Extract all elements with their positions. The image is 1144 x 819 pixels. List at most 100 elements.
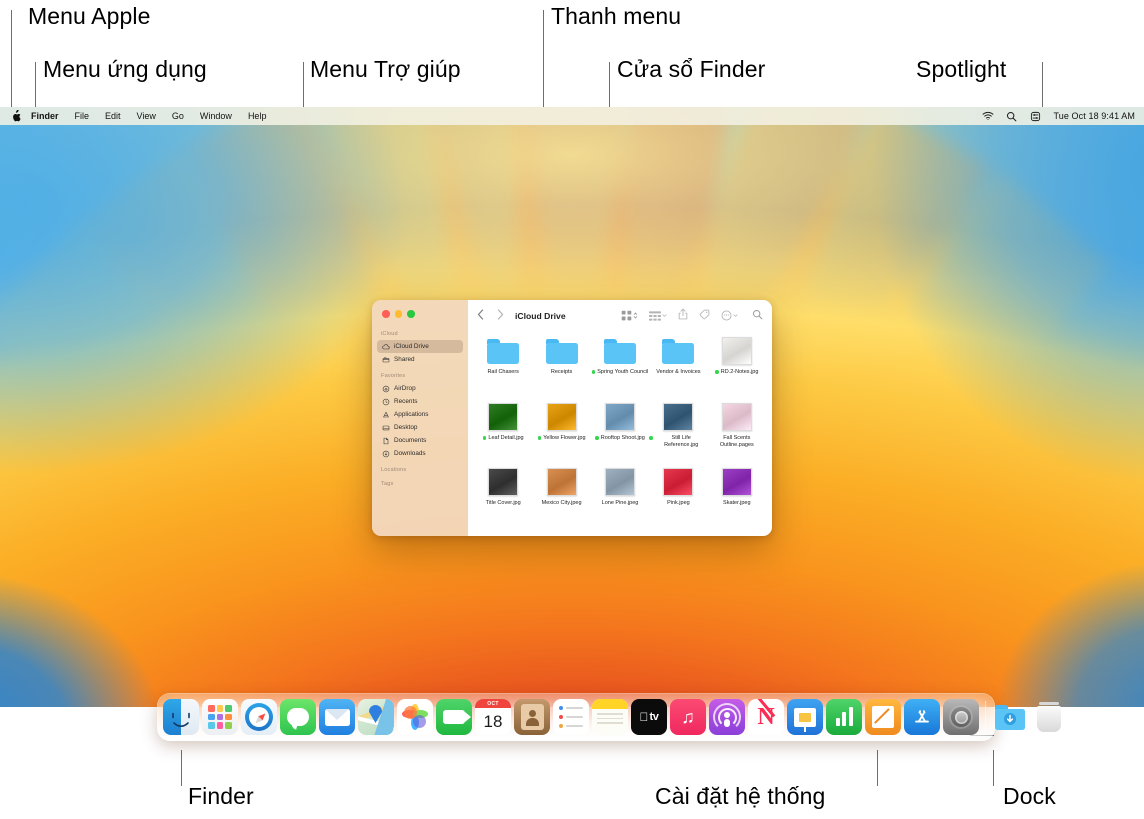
tag-icon[interactable] xyxy=(699,307,710,325)
finder-file-item[interactable]: Still Life Reference.jpg xyxy=(649,399,707,465)
annotation-menu-app: Menu ứng dụng xyxy=(43,56,207,82)
finder-sidebar[interactable]: iCloud iCloud Drive Shared Favorites Air… xyxy=(372,300,468,536)
search-icon[interactable] xyxy=(1005,110,1018,123)
menu-item-file[interactable]: File xyxy=(67,107,98,125)
menu-item-help[interactable]: Help xyxy=(240,107,275,125)
dock-item-facetime[interactable] xyxy=(436,699,472,735)
dock-item-keynote[interactable] xyxy=(787,699,823,735)
sidebar-item-shared[interactable]: Shared xyxy=(377,353,463,366)
file-name: Spring Youth Council xyxy=(597,369,649,375)
search-icon[interactable] xyxy=(752,307,763,325)
finder-file-item[interactable]: Receipts xyxy=(532,333,590,399)
thumbnail-image xyxy=(604,468,635,497)
dock-item-pages[interactable] xyxy=(865,699,901,735)
menu-bar-clock[interactable]: Tue Oct 18 9:41 AM xyxy=(1053,111,1135,121)
grid-view-icon[interactable] xyxy=(621,310,638,321)
image-thumbnail xyxy=(545,402,579,432)
dock-item-numbers[interactable] xyxy=(826,699,862,735)
chevron-right-icon[interactable] xyxy=(497,307,504,325)
sidebar-item-desktop[interactable]: Desktop xyxy=(377,421,463,434)
image-thumbnail xyxy=(603,402,637,432)
finder-file-item[interactable]: Leaf Detail.jpg xyxy=(474,399,532,465)
annotation-menu-help: Menu Trợ giúp xyxy=(310,56,461,82)
finder-file-item[interactable]: Rail Chasers xyxy=(474,333,532,399)
dock-item-contacts[interactable] xyxy=(514,699,550,735)
annotation-finder-window: Cửa sổ Finder xyxy=(617,56,766,82)
finder-file-item[interactable]: Vendor & Invoices xyxy=(649,333,707,399)
finder-toolbar-actions xyxy=(621,307,763,325)
document-icon xyxy=(382,437,390,445)
dock-item-photos[interactable] xyxy=(397,699,433,735)
menu-item-go[interactable]: Go xyxy=(164,107,192,125)
dock-item-mail[interactable] xyxy=(319,699,355,735)
sidebar-item-applications[interactable]: Applications xyxy=(377,408,463,421)
dock[interactable]: OCT18 tv♫ N xyxy=(157,693,1061,741)
finder-window[interactable]: iCloud iCloud Drive Shared Favorites Air… xyxy=(372,300,772,536)
folder-icon xyxy=(661,336,695,366)
sidebar-item-icloud-drive[interactable]: iCloud Drive xyxy=(377,340,463,353)
wifi-icon[interactable] xyxy=(981,110,994,123)
control-center-icon[interactable] xyxy=(1029,110,1042,123)
dock-item-downloads[interactable] xyxy=(992,699,1028,735)
sidebar-item-recents[interactable]: Recents xyxy=(377,395,463,408)
sidebar-item-downloads[interactable]: Downloads xyxy=(377,447,463,460)
sidebar-header-favorites: Favorites xyxy=(381,373,406,379)
minimize-button[interactable] xyxy=(394,310,402,318)
dock-item-messages[interactable] xyxy=(280,699,316,735)
menu-item-view[interactable]: View xyxy=(129,107,164,125)
dock-item-calendar[interactable]: OCT 18 xyxy=(475,699,511,735)
finder-file-grid[interactable]: Rail Chasers Receipts Spring Youth Council… xyxy=(468,331,772,536)
file-label: Vendor & Invoices xyxy=(656,369,700,376)
sidebar-label: Recents xyxy=(394,398,418,405)
dock-item-system-settings[interactable] xyxy=(943,699,979,735)
dock-item-finder[interactable] xyxy=(163,699,199,735)
more-ellipsis-icon[interactable] xyxy=(721,310,738,321)
shared-folder-icon xyxy=(382,356,390,364)
finder-file-item[interactable]: Skater.jpeg xyxy=(708,464,766,530)
menu-bar[interactable]: Finder File Edit View Go Window Help Tue… xyxy=(0,107,1144,125)
dock-item-launchpad[interactable] xyxy=(202,699,238,735)
finder-file-item[interactable]: Yellow Flower.jpg xyxy=(532,399,590,465)
image-thumbnail xyxy=(720,402,754,432)
dock-item-news[interactable]: N xyxy=(748,699,784,735)
menu-item-edit[interactable]: Edit xyxy=(97,107,129,125)
finder-file-item[interactable]: Rooftop Shoot.jpg xyxy=(591,399,649,465)
sidebar-label: Desktop xyxy=(394,424,418,431)
share-icon[interactable] xyxy=(678,307,688,325)
finder-file-item[interactable]: RD.2-Notes.jpg xyxy=(708,333,766,399)
dock-item-notes[interactable] xyxy=(592,699,628,735)
file-name: Yellow Flower.jpg xyxy=(543,434,586,441)
file-name: RD.2-Notes.jpg xyxy=(720,369,759,375)
image-thumbnail xyxy=(486,402,520,432)
dock-item-apple-tv[interactable]: tv xyxy=(631,699,667,735)
image-thumbnail xyxy=(545,467,579,497)
finder-file-item[interactable]: Pink.jpeg xyxy=(649,464,707,530)
finder-file-item[interactable]: Title Cover.jpg xyxy=(474,464,532,530)
file-name: Rooftop Shoot.jpg xyxy=(600,434,645,441)
thumbnail-image xyxy=(721,468,752,497)
close-button[interactable] xyxy=(382,310,390,318)
dock-item-music[interactable]: ♫ xyxy=(670,699,706,735)
dock-item-app-store[interactable] xyxy=(904,699,940,735)
file-label: Lone Pine.jpeg xyxy=(602,500,639,507)
dock-item-reminders[interactable] xyxy=(553,699,589,735)
finder-file-item[interactable]: Lone Pine.jpeg xyxy=(591,464,649,530)
sidebar-item-airdrop[interactable]: AirDrop xyxy=(377,382,463,395)
menu-item-window[interactable]: Window xyxy=(192,107,240,125)
group-by-icon[interactable] xyxy=(649,310,667,321)
sidebar-item-documents[interactable]: Documents xyxy=(377,434,463,447)
window-traffic-lights[interactable] xyxy=(382,310,415,318)
finder-file-item[interactable]: Spring Youth Council xyxy=(591,333,649,399)
chevron-left-icon[interactable] xyxy=(477,307,484,325)
finder-file-item[interactable]: Fall Scents Outline.pages xyxy=(708,399,766,465)
apple-logo-icon[interactable] xyxy=(10,110,21,123)
finder-file-item[interactable]: Mexico City.jpeg xyxy=(532,464,590,530)
dock-item-podcasts[interactable] xyxy=(709,699,745,735)
dock-item-safari[interactable] xyxy=(241,699,277,735)
dock-item-maps[interactable] xyxy=(358,699,394,735)
finder-toolbar[interactable]: iCloud Drive xyxy=(468,300,772,331)
zoom-button[interactable] xyxy=(407,310,415,318)
dock-item-trash[interactable] xyxy=(1031,699,1067,735)
menu-item-finder[interactable]: Finder xyxy=(23,107,67,125)
file-label: Spring Youth Council xyxy=(591,369,649,376)
